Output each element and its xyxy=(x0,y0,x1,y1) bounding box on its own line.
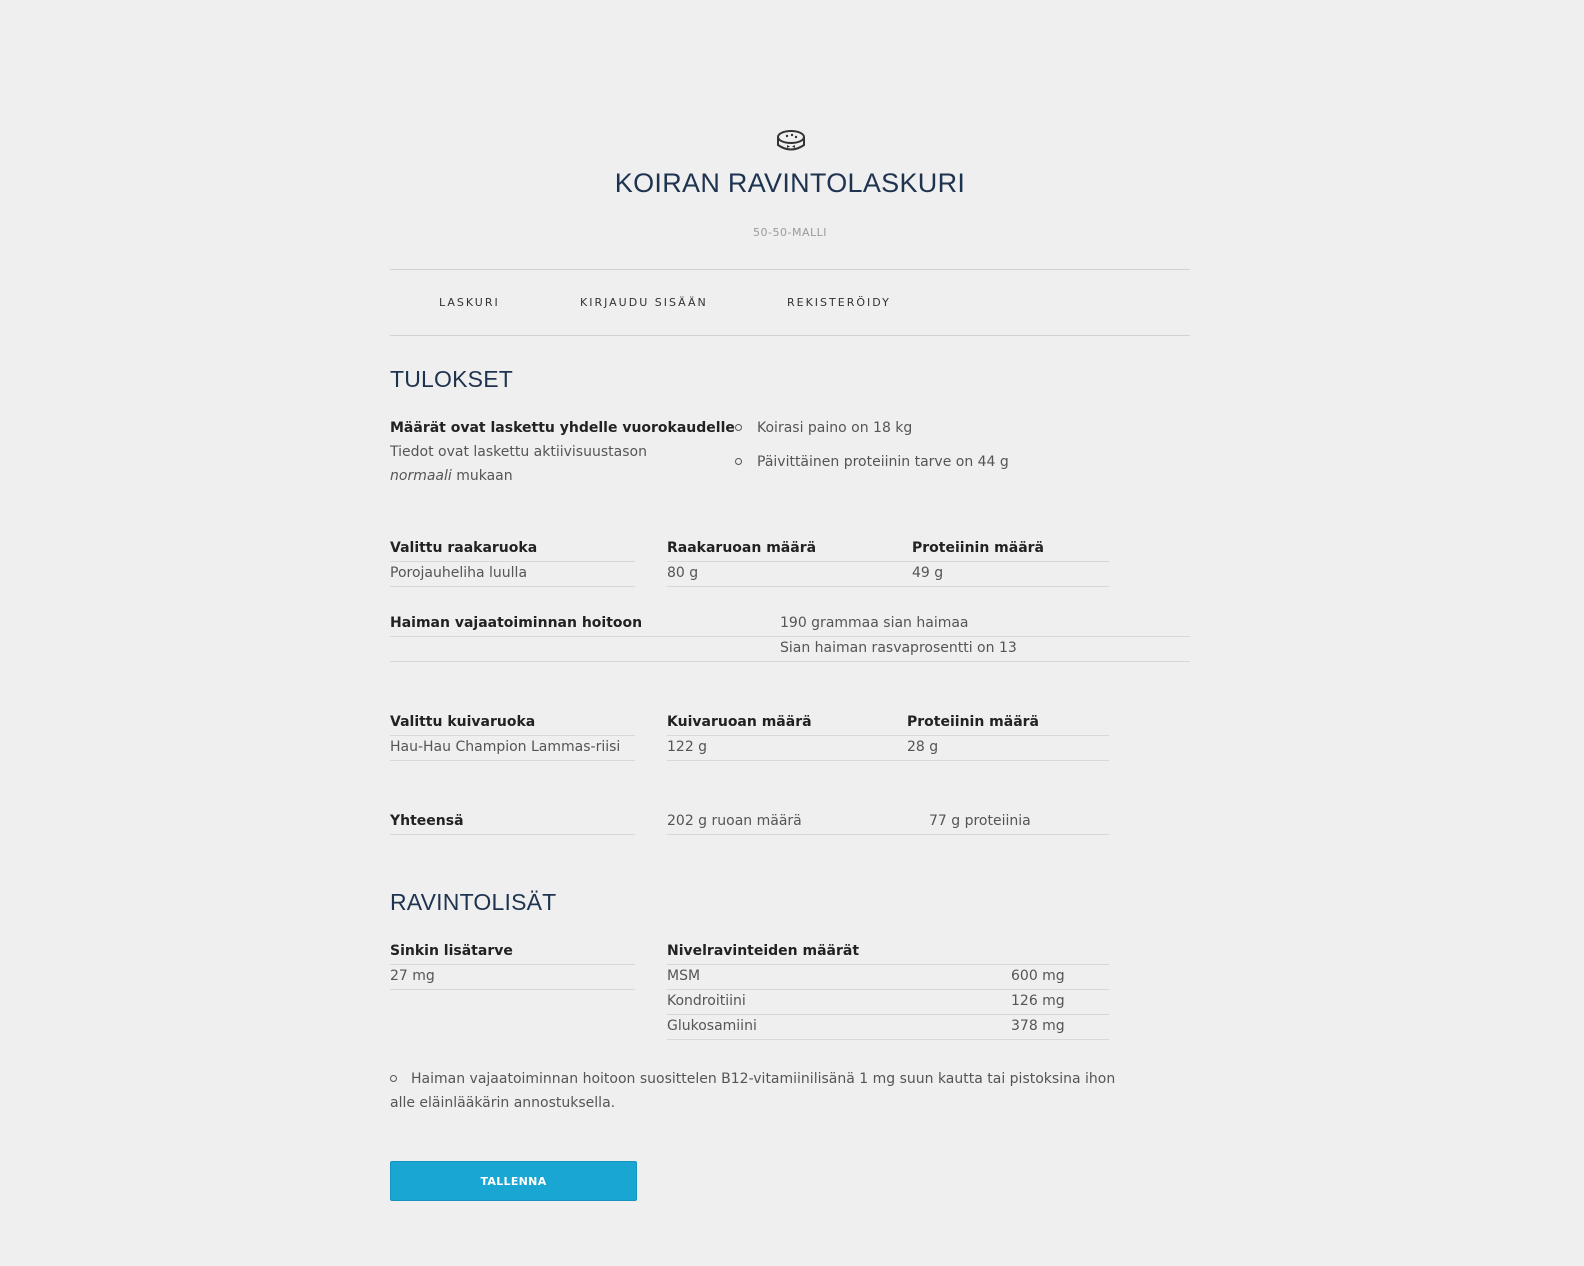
dry-food-value: Hau-Hau Champion Lammas-riisi xyxy=(390,739,621,755)
nav-item-login[interactable]: KIRJAUDU SISÄÄN xyxy=(580,296,708,309)
bullet-icon xyxy=(390,1075,397,1082)
joint-row-value: 600 mg xyxy=(1011,968,1065,984)
raw-amount-header: Raakaruoan määrä xyxy=(667,540,817,556)
total-protein-amount: 77 g proteiinia xyxy=(929,813,1031,829)
table-divider xyxy=(390,636,1190,637)
raw-food-header: Valittu raakaruoka xyxy=(390,540,538,556)
table-divider xyxy=(667,1014,1109,1015)
table-divider xyxy=(667,586,1109,587)
result-bullet-protein: Päivittäinen proteiinin tarve on 44 g xyxy=(757,454,1009,470)
table-divider xyxy=(667,561,1109,562)
total-food-amount: 202 g ruoan määrä xyxy=(667,813,802,829)
pancreas-amount: 190 grammaa sian haimaa xyxy=(780,615,969,631)
table-divider xyxy=(390,661,1190,662)
bullet-icon xyxy=(735,458,742,465)
nav-bottom-divider xyxy=(390,335,1190,336)
bullet-icon xyxy=(735,424,742,431)
joint-row-name: MSM xyxy=(667,968,701,984)
total-label: Yhteensä xyxy=(390,813,464,829)
nav-item-register[interactable]: REKISTERÖIDY xyxy=(787,296,891,309)
nav-top-divider xyxy=(390,269,1190,270)
results-intro-title: Määrät ovat laskettu yhdelle vuorokaudel… xyxy=(390,420,735,436)
activity-level: normaali xyxy=(390,468,452,484)
dry-protein-value: 28 g xyxy=(907,739,939,755)
results-intro-line: Tiedot ovat laskettu aktiivisuustason xyxy=(390,444,647,460)
table-divider xyxy=(667,735,1109,736)
pancreas-fat: Sian haiman rasvaprosentti on 13 xyxy=(780,640,1017,656)
main-nav: LASKURI KIRJAUDU SISÄÄN REKISTERÖIDY xyxy=(390,296,1190,310)
dry-food-header: Valittu kuivaruoka xyxy=(390,714,536,730)
table-divider xyxy=(390,834,635,835)
table-divider xyxy=(390,760,635,761)
save-button[interactable]: TALLENNA xyxy=(390,1161,637,1201)
joint-row-value: 126 mg xyxy=(1011,993,1065,1009)
zinc-value: 27 mg xyxy=(390,968,435,984)
raw-amount-value: 80 g xyxy=(667,565,699,581)
table-divider xyxy=(667,760,1109,761)
zinc-header: Sinkin lisätarve xyxy=(390,943,513,959)
pancreas-header: Haiman vajaatoiminnan hoitoon xyxy=(390,615,643,631)
joint-row-name: Kondroitiini xyxy=(667,993,746,1009)
results-intro-level-line: normaali mukaan xyxy=(390,468,513,484)
dog-bowl-icon xyxy=(777,130,805,151)
table-divider xyxy=(667,964,1109,965)
raw-protein-value: 49 g xyxy=(912,565,944,581)
table-divider xyxy=(390,561,635,562)
dry-amount-header: Kuivaruoan määrä xyxy=(667,714,812,730)
table-divider xyxy=(667,834,1109,835)
joint-row-name: Glukosamiini xyxy=(667,1018,757,1034)
joint-row-value: 378 mg xyxy=(1011,1018,1065,1034)
raw-food-value: Porojauheliha luulla xyxy=(390,565,528,581)
table-divider xyxy=(667,989,1109,990)
results-heading: TULOKSET xyxy=(390,366,514,392)
table-divider xyxy=(390,735,635,736)
b12-note-line2: alle eläinlääkärin annostuksella. xyxy=(390,1095,616,1111)
dry-protein-header: Proteiinin määrä xyxy=(907,714,1040,730)
raw-protein-header: Proteiinin määrä xyxy=(912,540,1045,556)
page-title: KOIRAN RAVINTOLASKURI xyxy=(614,168,966,198)
table-divider xyxy=(667,1039,1109,1040)
supplements-heading: RAVINTOLISÄT xyxy=(390,889,557,915)
activity-level-suffix: mukaan xyxy=(456,468,513,484)
result-bullet-weight: Koirasi paino on 18 kg xyxy=(757,420,913,436)
page-subtitle: 50-50-MALLI xyxy=(753,226,827,239)
nav-item-laskuri[interactable]: LASKURI xyxy=(439,296,500,309)
dry-amount-value: 122 g xyxy=(667,739,708,755)
table-divider xyxy=(390,586,635,587)
b12-note-line1: Haiman vajaatoiminnan hoitoon suosittele… xyxy=(411,1071,1116,1087)
table-divider xyxy=(390,964,635,965)
joint-header: Nivelravinteiden määrät xyxy=(667,943,860,959)
table-divider xyxy=(390,989,635,990)
